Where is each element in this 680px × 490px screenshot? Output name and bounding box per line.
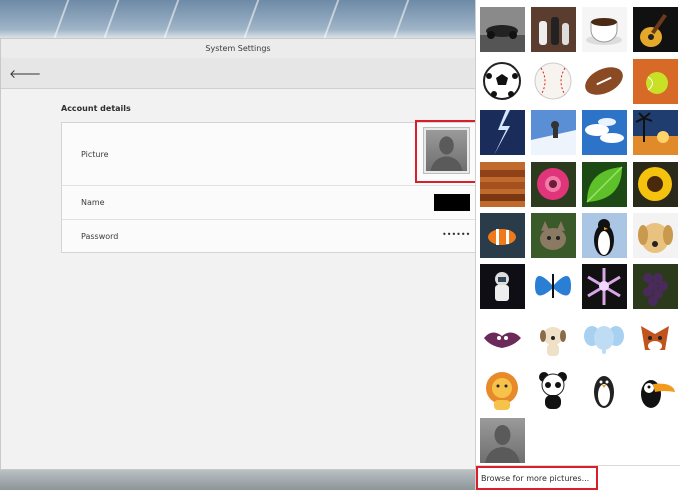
snowboarder-icon <box>531 110 576 155</box>
lightning-icon <box>480 110 525 155</box>
picture-option-astronaut[interactable] <box>480 264 525 309</box>
pink-flower-icon <box>531 162 576 207</box>
cartoon-elephant-icon <box>582 316 627 361</box>
picture-option-tennis-ball[interactable] <box>633 59 678 104</box>
picture-option-default-avatar[interactable] <box>480 418 525 463</box>
green-leaf-icon <box>582 162 627 207</box>
cartoon-fox-icon <box>633 316 678 361</box>
baseball-icon <box>531 59 576 104</box>
account-content: Account details Picture Name Password ••… <box>1 89 477 469</box>
section-title: Account details <box>61 104 131 113</box>
window-title: System Settings <box>1 39 475 58</box>
picture-option-kitten[interactable] <box>531 213 576 258</box>
penguin-icon <box>582 213 627 258</box>
snowflake-icon <box>582 264 627 309</box>
picture-option-football[interactable] <box>582 59 627 104</box>
picture-label: Picture <box>81 150 109 159</box>
picture-option-cinnamon-sticks[interactable] <box>480 162 525 207</box>
picture-button[interactable] <box>415 120 477 183</box>
picture-option-baseball[interactable] <box>531 59 576 104</box>
picture-option-pink-flower[interactable] <box>531 162 576 207</box>
picture-option-chess-pieces[interactable] <box>531 7 576 52</box>
butterfly-icon <box>531 264 576 309</box>
password-row: Password •••••• <box>62 220 477 254</box>
cartoon-toucan-icon <box>633 368 678 413</box>
default-avatar-icon <box>480 418 525 463</box>
picture-option-cartoon-bat[interactable] <box>480 316 525 361</box>
picture-option-race-car[interactable] <box>480 7 525 52</box>
settings-window: System Settings 🡐 Account details Pictur… <box>0 38 477 470</box>
grapes-icon <box>633 264 678 309</box>
puppy-icon <box>633 213 678 258</box>
picture-option-cartoon-toucan[interactable] <box>633 368 678 413</box>
picture-option-puppy[interactable] <box>633 213 678 258</box>
clouds-icon <box>582 110 627 155</box>
name-row: Name <box>62 186 477 220</box>
picture-option-clouds[interactable] <box>582 110 627 155</box>
picture-option-green-leaf[interactable] <box>582 162 627 207</box>
picture-picker-panel: Browse for more pictures... <box>475 0 680 490</box>
password-label: Password <box>81 232 119 241</box>
current-avatar <box>423 127 470 174</box>
picture-option-snowboarder[interactable] <box>531 110 576 155</box>
picture-option-grapes[interactable] <box>633 264 678 309</box>
clownfish-icon <box>480 213 525 258</box>
guitar-icon <box>633 7 678 52</box>
picture-option-soccer-ball[interactable] <box>480 59 525 104</box>
toolbar: 🡐 <box>1 58 475 89</box>
picture-option-cartoon-elephant[interactable] <box>582 316 627 361</box>
sunset-beach-icon <box>633 110 678 155</box>
astronaut-icon <box>480 264 525 309</box>
name-label: Name <box>81 198 105 207</box>
cartoon-panda-icon <box>531 368 576 413</box>
chess-pieces-icon <box>531 7 576 52</box>
picture-option-cartoon-panda[interactable] <box>531 368 576 413</box>
picture-option-snowflake[interactable] <box>582 264 627 309</box>
picture-option-guitar[interactable] <box>633 7 678 52</box>
football-icon <box>582 59 627 104</box>
soccer-ball-icon <box>480 59 525 104</box>
sunflower-icon <box>633 162 678 207</box>
account-details-card: Picture Name Password •••••• <box>61 120 477 254</box>
kitten-icon <box>531 213 576 258</box>
picture-option-lightning[interactable] <box>480 110 525 155</box>
cinnamon-sticks-icon <box>480 162 525 207</box>
picture-option-sunset-beach[interactable] <box>633 110 678 155</box>
back-arrow-icon[interactable]: 🡐 <box>9 65 41 83</box>
picture-option-cartoon-lion[interactable] <box>480 368 525 413</box>
picture-option-clownfish[interactable] <box>480 213 525 258</box>
race-car-icon <box>480 7 525 52</box>
cartoon-dog-icon <box>531 316 576 361</box>
picture-option-coffee-cup[interactable] <box>582 7 627 52</box>
cartoon-lion-icon <box>480 368 525 413</box>
picture-option-butterfly[interactable] <box>531 264 576 309</box>
picture-option-sunflower[interactable] <box>633 162 678 207</box>
picture-option-cartoon-dog[interactable] <box>531 316 576 361</box>
name-value-redacted[interactable] <box>434 194 470 211</box>
cartoon-penguin-icon <box>582 368 627 413</box>
picture-option-cartoon-penguin[interactable] <box>582 368 627 413</box>
tennis-ball-icon <box>633 59 678 104</box>
picture-option-penguin[interactable] <box>582 213 627 258</box>
person-silhouette-icon <box>426 130 467 171</box>
password-value[interactable]: •••••• <box>442 230 470 239</box>
browse-more-pictures-button[interactable]: Browse for more pictures... <box>476 466 598 490</box>
picture-option-cartoon-fox[interactable] <box>633 316 678 361</box>
coffee-cup-icon <box>582 7 627 52</box>
cartoon-bat-icon <box>480 316 525 361</box>
picture-row: Picture <box>62 120 477 186</box>
